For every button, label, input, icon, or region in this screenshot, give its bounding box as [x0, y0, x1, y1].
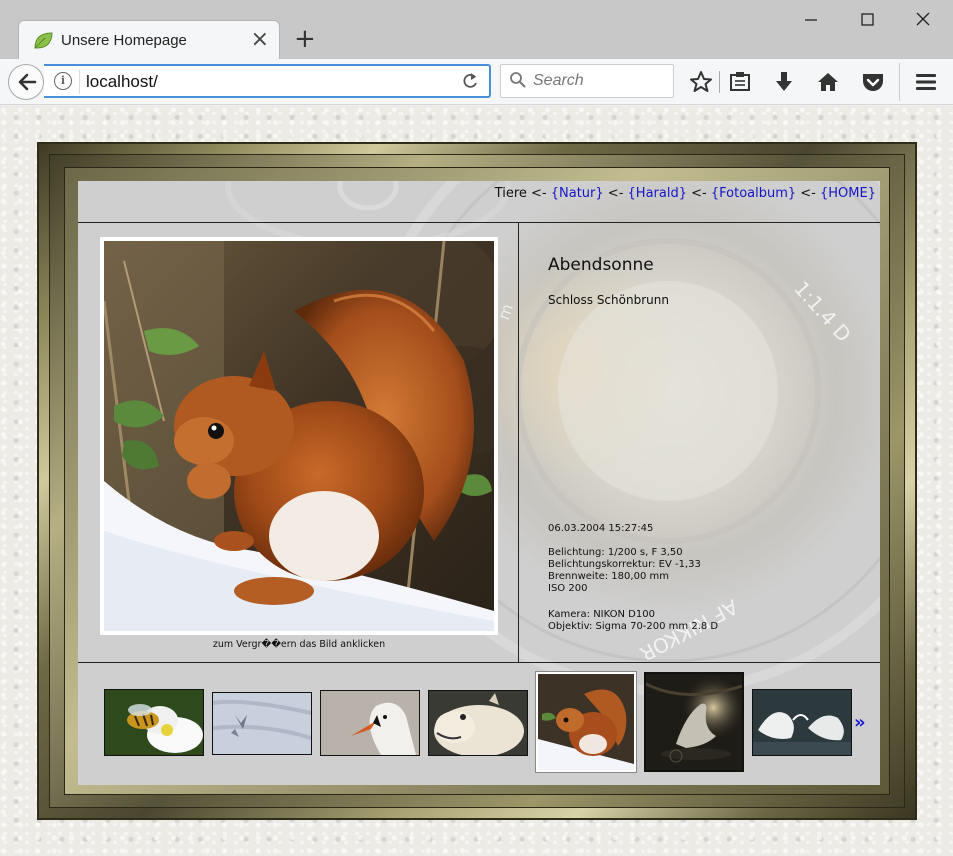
next-thumbnails-link[interactable]: »	[854, 712, 866, 733]
photo-datetime: 06.03.2004 15:27:45	[548, 523, 654, 534]
back-button[interactable]	[8, 64, 44, 100]
home-icon[interactable]	[815, 69, 841, 95]
info-icon[interactable]: i	[54, 72, 72, 90]
search-input[interactable]: Search	[533, 72, 584, 90]
navigation-toolbar: i localhost/ Search	[0, 59, 953, 105]
maximize-icon	[861, 13, 874, 26]
reload-icon[interactable]	[461, 71, 479, 96]
divider-vertical	[518, 222, 519, 662]
url-input[interactable]: localhost/	[86, 72, 158, 92]
close-window-button[interactable]	[908, 8, 938, 32]
url-bar[interactable]: i localhost/	[44, 64, 491, 98]
thumbnail-squirrel-active[interactable]	[536, 672, 636, 772]
photo-title: Abendsonne	[548, 255, 654, 275]
breadcrumb-separator: <-	[603, 186, 628, 201]
photo-caption: zum Vergr��ern das Bild anklicken	[212, 639, 386, 650]
squirrel-image	[104, 241, 494, 631]
tab-close-icon[interactable]: ×	[251, 28, 269, 52]
new-tab-button[interactable]: +	[294, 26, 316, 52]
breadcrumb-link-harald[interactable]: {Harald}	[628, 186, 687, 201]
url-separator	[79, 70, 80, 94]
breadcrumb-link-natur[interactable]: {Natur}	[551, 186, 604, 201]
picture-frame: 1:1.4 D AF NIKKOR m Tiere <- {Natur} <- …	[37, 142, 917, 820]
breadcrumb-link-fotoalbum[interactable]: {Fotoalbum}	[711, 186, 796, 201]
bookmark-star-icon[interactable]	[688, 69, 714, 95]
toolbar-separator	[719, 71, 720, 93]
thumbnail-swan[interactable]	[320, 690, 420, 756]
reading-list-icon[interactable]	[727, 69, 753, 95]
back-icon	[18, 73, 37, 91]
exif-camera: Kamera: NIKON D100	[548, 609, 655, 620]
divider-bottom	[78, 662, 880, 663]
close-icon	[916, 12, 930, 26]
main-photo[interactable]	[100, 237, 498, 635]
breadcrumb-separator: <-	[526, 186, 551, 201]
minimize-button[interactable]	[796, 8, 826, 32]
leaf-icon	[34, 32, 53, 49]
tab-title: Unsere Homepage	[61, 32, 187, 49]
thumbnail-llama[interactable]	[428, 690, 528, 756]
thumbnail-bee[interactable]	[104, 689, 204, 756]
breadcrumb-separator: <-	[687, 186, 711, 201]
browser-tab[interactable]: Unsere Homepage ×	[18, 20, 280, 60]
exif-focal-length: Brennweite: 180,00 mm	[548, 571, 669, 582]
pocket-icon[interactable]	[860, 69, 886, 95]
page-background: 1:1.4 D AF NIKKOR m Tiere <- {Natur} <- …	[0, 106, 953, 856]
breadcrumb-link-home[interactable]: {HOME}	[820, 186, 876, 201]
toolbar-separator	[899, 63, 900, 101]
thumbnail-snow-bird[interactable]	[212, 692, 312, 755]
thumbnail-swans-splashing[interactable]	[752, 689, 852, 756]
breadcrumb-current: Tiere	[494, 186, 527, 201]
maximize-button[interactable]	[852, 8, 882, 32]
breadcrumb: Tiere <- {Natur} <- {Harald} <- {Fotoalb…	[495, 186, 876, 201]
download-icon[interactable]	[771, 69, 797, 95]
search-bar[interactable]: Search	[500, 64, 674, 98]
album-content: 1:1.4 D AF NIKKOR m Tiere <- {Natur} <- …	[78, 181, 880, 785]
exif-iso: ISO 200	[548, 583, 588, 594]
browser-titlebar: Unsere Homepage × +	[0, 0, 953, 60]
divider-top	[78, 222, 880, 223]
search-icon	[510, 72, 526, 88]
thumbnail-swan-sunset[interactable]	[644, 672, 744, 772]
exif-exposure-correction: Belichtungskorrektur: EV -1,33	[548, 559, 701, 570]
exif-exposure: Belichtung: 1/200 s, F 3,50	[548, 547, 683, 558]
menu-icon[interactable]	[913, 69, 939, 95]
breadcrumb-separator: <-	[796, 186, 821, 201]
minimize-icon	[805, 19, 817, 21]
exif-lens: Objektiv: Sigma 70-200 mm 2.8 D	[548, 621, 719, 632]
photo-subtitle: Schloss Schönbrunn	[548, 293, 669, 307]
